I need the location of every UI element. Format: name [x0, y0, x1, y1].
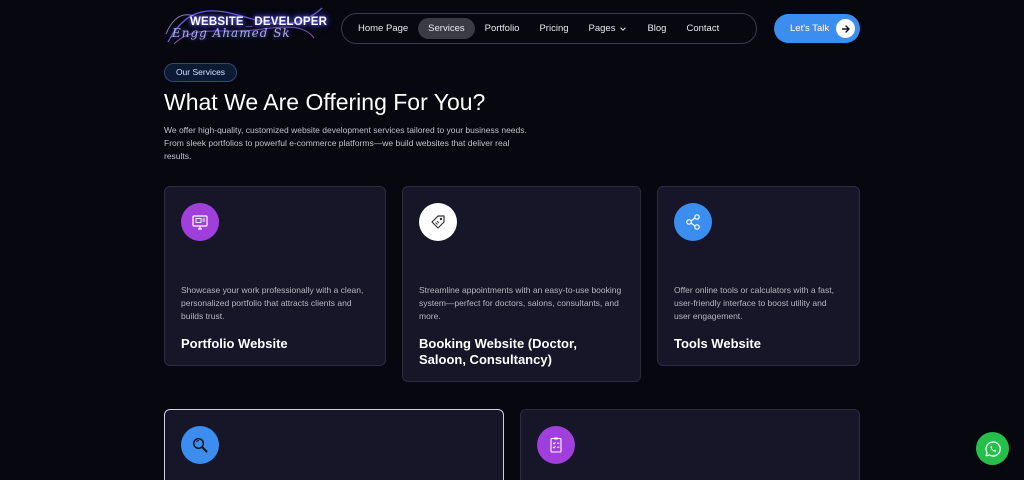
section-pill: Our Services	[164, 63, 237, 82]
card-description: Streamline appointments with an easy-to-…	[419, 285, 622, 321]
nav-label: Contact	[686, 23, 720, 34]
search-icon	[181, 426, 219, 464]
nav-item-blog[interactable]: Blog	[637, 18, 676, 39]
chevron-down-icon	[620, 26, 627, 31]
nav-item-services[interactable]: Services	[418, 18, 475, 39]
nav-item-pricing[interactable]: Pricing	[529, 18, 578, 39]
card-title: Tools Website	[674, 336, 761, 351]
checklist-icon	[537, 426, 575, 464]
nav-label: Pricing	[539, 23, 569, 34]
section-intro: We offer high-quality, customized websit…	[164, 125, 527, 161]
tag-icon	[419, 203, 457, 241]
card-description: Showcase your work professionally with a…	[181, 285, 364, 321]
service-card-seo[interactable]	[164, 409, 504, 480]
section-title: What We Are Offering For You?	[164, 89, 486, 115]
arrow-right-icon	[836, 19, 855, 38]
service-card-tools[interactable]: Offer online tools or calculators with a…	[657, 186, 860, 366]
nav-item-portfolio[interactable]: Portfolio	[475, 18, 530, 39]
share-icon	[674, 203, 712, 241]
card-description: Offer online tools or calculators with a…	[674, 285, 835, 321]
nav-label: Pages	[588, 23, 616, 34]
service-card-portfolio[interactable]: Showcase your work professionally with a…	[164, 186, 386, 366]
logo-signature: Engg Ahamed Sk	[172, 26, 291, 40]
whatsapp-icon	[984, 440, 1001, 457]
card-title: Booking Website (Doctor, Saloon, Consult…	[419, 336, 577, 367]
lets-talk-button[interactable]: Let's Talk	[774, 14, 860, 43]
nav-item-pages[interactable]: Pages	[579, 18, 638, 39]
nav-label: Blog	[647, 23, 667, 34]
nav-item-contact[interactable]: Contact	[676, 18, 729, 39]
service-card-checklist[interactable]	[520, 409, 860, 480]
nav-label: Home Page	[358, 23, 409, 34]
whatsapp-chat-button[interactable]	[976, 432, 1009, 465]
service-card-booking[interactable]: Streamline appointments with an easy-to-…	[402, 186, 641, 382]
site-logo[interactable]: WEBSITE _ DEVELOPER Engg Ahamed Sk	[164, 4, 327, 46]
main-nav: Home Page Services Portfolio Pricing Pag…	[341, 13, 757, 44]
nav-label: Portfolio	[484, 23, 520, 34]
cta-label: Let's Talk	[790, 23, 830, 34]
monitor-icon	[181, 203, 219, 241]
nav-item-home[interactable]: Home Page	[348, 18, 418, 39]
card-title: Portfolio Website	[181, 336, 288, 351]
nav-label: Services	[428, 23, 465, 34]
